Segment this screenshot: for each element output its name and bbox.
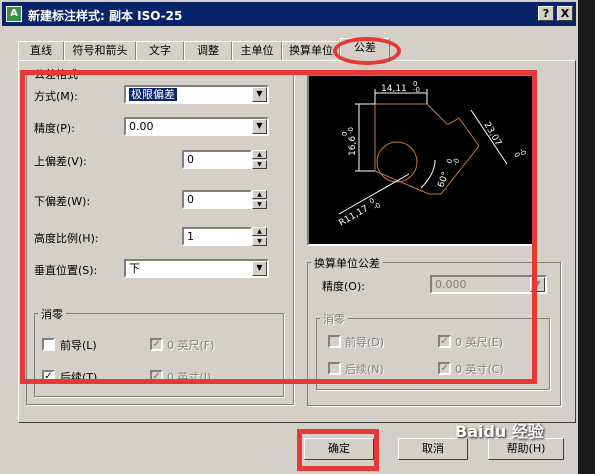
tab-label: 换算单位 [289,44,333,57]
window-title: 新建标注样式: 副本 ISO-25 [28,9,183,23]
highlight-oval-tab [333,37,401,65]
close-title-button[interactable]: X [557,6,573,21]
tab-panel [18,60,576,423]
ok-button[interactable]: 确定 [304,438,374,460]
watermark: Baidu 经验 [455,422,544,441]
tab-alternate-units[interactable]: 换算单位 [282,41,340,61]
app-icon: A [6,6,22,22]
tab-text[interactable]: 文字 [136,41,184,61]
dialog-window: A 新建标注样式: 副本 ISO-25 ? X 直线 符号和箭头 文字 调整 主… [0,0,578,474]
title-bar[interactable]: A 新建标注样式: 副本 ISO-25 ? X [2,2,576,26]
tab-label: 直线 [30,44,52,57]
help-title-button[interactable]: ? [538,6,554,21]
tab-fit[interactable]: 调整 [184,41,232,61]
tab-label: 符号和箭头 [72,44,128,57]
tab-symbols-arrows[interactable]: 符号和箭头 [64,41,136,61]
tab-label: 文字 [149,44,171,57]
tab-label: 调整 [197,44,219,57]
tab-primary-units[interactable]: 主单位 [232,41,282,61]
tab-label: 主单位 [240,44,274,57]
tab-lines[interactable]: 直线 [18,41,64,61]
